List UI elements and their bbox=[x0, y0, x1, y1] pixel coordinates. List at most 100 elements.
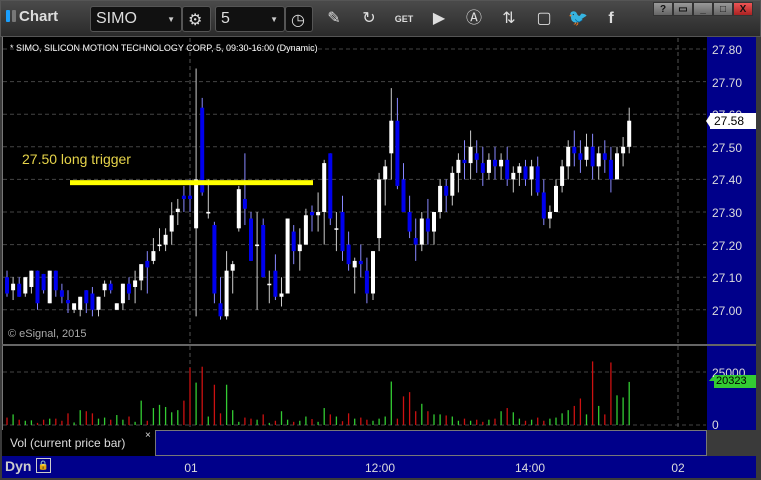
candle-body bbox=[273, 270, 278, 297]
candle-body bbox=[41, 273, 46, 291]
candle-body bbox=[560, 166, 565, 186]
candle-body bbox=[505, 159, 510, 180]
time-tick: 01 bbox=[184, 461, 198, 475]
trigger-line bbox=[70, 180, 313, 186]
dynamic-mode-label[interactable]: Dyn bbox=[5, 458, 31, 474]
candle-body bbox=[157, 244, 162, 247]
candle-body bbox=[401, 179, 406, 212]
time-tick: 14:00 bbox=[514, 461, 546, 475]
chart-title: * SIMO, SILICON MOTION TECHNOLOGY CORP, … bbox=[10, 43, 318, 53]
candle-body bbox=[114, 303, 119, 310]
candle-body bbox=[511, 172, 516, 180]
candle-body bbox=[151, 251, 156, 261]
candle-body bbox=[535, 166, 540, 193]
candle-body bbox=[66, 300, 70, 304]
candle-body bbox=[5, 277, 9, 294]
candle-body bbox=[554, 185, 558, 212]
candle-body bbox=[261, 225, 266, 278]
candle-body bbox=[175, 208, 180, 212]
candle-body bbox=[285, 218, 290, 294]
time-tick: 02 bbox=[671, 461, 685, 475]
candle-body bbox=[584, 146, 589, 160]
candle-body bbox=[169, 215, 174, 232]
candle-body bbox=[419, 218, 424, 245]
candle-body bbox=[334, 228, 339, 230]
price-tick: 27.10 bbox=[712, 271, 743, 286]
candle-body bbox=[279, 293, 284, 297]
copyright: © eSignal, 2015 bbox=[8, 328, 87, 340]
time-tick: 12:00 bbox=[364, 461, 396, 475]
candle-body bbox=[133, 280, 138, 287]
current-price-label: 27.58 bbox=[710, 113, 756, 129]
candle-body bbox=[267, 283, 272, 286]
volume-study-label[interactable]: Vol (current price bar) bbox=[2, 430, 155, 456]
candle-body bbox=[444, 185, 449, 196]
candle-body bbox=[462, 159, 467, 164]
volume-label-bar bbox=[155, 430, 707, 456]
chart-canvas bbox=[3, 38, 714, 456]
candle-body bbox=[328, 153, 333, 219]
lock-icon[interactable]: 🔒 bbox=[36, 458, 51, 473]
candle-body bbox=[572, 146, 577, 154]
candle-body bbox=[389, 120, 394, 154]
price-tick: 27.70 bbox=[712, 75, 743, 90]
candle-body bbox=[578, 153, 583, 160]
candle-body bbox=[59, 290, 64, 297]
trigger-annotation[interactable]: 27.50 long trigger bbox=[22, 151, 131, 167]
candle-body bbox=[383, 166, 388, 180]
candle-body bbox=[499, 159, 504, 167]
price-tick: 27.20 bbox=[712, 238, 743, 253]
candle-body bbox=[438, 185, 443, 212]
candle-body bbox=[486, 159, 491, 173]
price-tick: 27.80 bbox=[712, 43, 743, 57]
price-tick: 27.30 bbox=[712, 206, 743, 220]
volume-tick: 0 bbox=[712, 418, 719, 432]
candle-body bbox=[212, 225, 217, 294]
candle-body bbox=[432, 212, 436, 232]
candle-body bbox=[120, 283, 125, 304]
candle-body bbox=[407, 212, 412, 232]
candle-body bbox=[627, 120, 632, 147]
candle-body bbox=[474, 153, 479, 160]
candle-body bbox=[322, 163, 327, 212]
candle-body bbox=[206, 212, 211, 214]
candle-body bbox=[72, 303, 77, 310]
candle-body bbox=[377, 179, 382, 239]
candle-body bbox=[236, 189, 241, 229]
candle-body bbox=[596, 153, 601, 167]
candle-body bbox=[395, 120, 400, 186]
candle-body bbox=[139, 264, 144, 281]
candle-body bbox=[194, 179, 199, 229]
candle-body bbox=[188, 195, 192, 199]
candle-body bbox=[242, 198, 247, 209]
candle-body bbox=[47, 270, 52, 304]
candle-body bbox=[352, 260, 357, 268]
candle-body bbox=[608, 159, 613, 180]
candle-body bbox=[145, 260, 150, 268]
candle-body bbox=[621, 146, 626, 154]
candle-body bbox=[468, 146, 473, 164]
candle-body bbox=[35, 270, 40, 304]
candle-body bbox=[297, 244, 302, 252]
candle-body bbox=[523, 166, 528, 180]
candle-body bbox=[371, 251, 375, 294]
candle-body bbox=[547, 212, 552, 219]
candle-body bbox=[303, 215, 308, 245]
candle-body bbox=[615, 153, 619, 180]
close-study-icon[interactable]: × bbox=[145, 430, 151, 441]
candle-body bbox=[480, 163, 485, 173]
price-tick: 27.40 bbox=[712, 173, 743, 188]
candle-body bbox=[78, 296, 83, 310]
candle-body bbox=[529, 166, 534, 180]
candle-body bbox=[340, 212, 345, 252]
current-volume-label: 20323 bbox=[714, 375, 756, 388]
candle-body bbox=[425, 218, 430, 232]
candle-body bbox=[224, 270, 229, 317]
candle-body bbox=[456, 159, 461, 173]
candle-body bbox=[346, 244, 351, 265]
candle-body bbox=[450, 172, 455, 196]
candle-body bbox=[108, 283, 113, 291]
candle-body bbox=[249, 218, 253, 261]
candle-body bbox=[517, 166, 522, 173]
candle-body bbox=[127, 283, 131, 294]
